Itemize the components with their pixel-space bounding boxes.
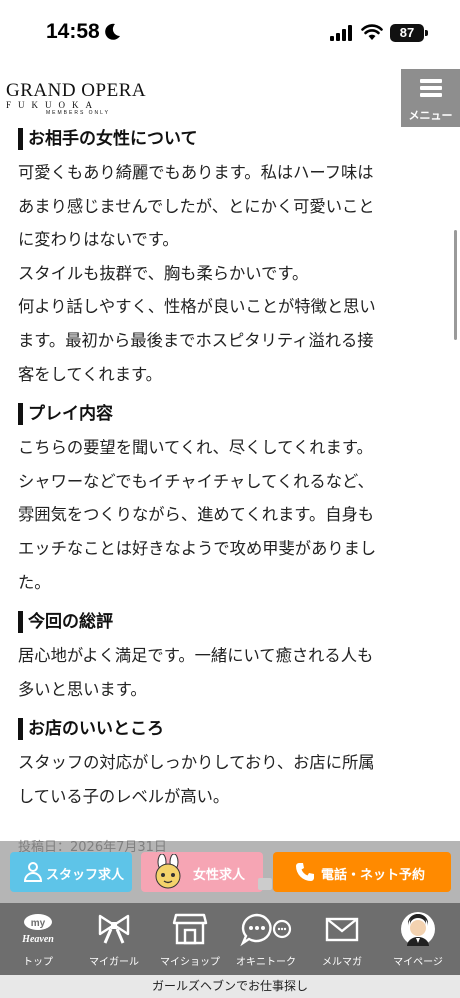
section-shop-good-points: お店のいいところ スタッフの対応がしっかりしており、お店に所属 している子のレベ… [18, 718, 438, 813]
body-line: 客をしてくれます。 [18, 364, 162, 384]
section-about-woman: お相手の女性について 可愛くもあり綺麗でもあります。私はハーフ味は あまり感じま… [18, 128, 438, 391]
review-content: お相手の女性について 可愛くもあり綺麗でもあります。私はハーフ味は あまり感じま… [18, 128, 438, 826]
nav-item-okini-talk[interactable]: オキニトーク [228, 903, 304, 975]
ribbon-icon [98, 914, 130, 944]
phone-net-reserve-button[interactable]: 電話・ネット予約 [273, 852, 451, 892]
female-recruit-button[interactable]: 女性求人 [141, 852, 263, 892]
nav-label: マイショップ [160, 957, 220, 968]
nav-item-mail-magazine[interactable]: メルマガ [304, 903, 380, 975]
section-title: プレイ内容 [18, 403, 438, 426]
nav-item-top[interactable]: my Heaven トップ [0, 903, 76, 975]
status-time: 14:58 [46, 20, 100, 43]
section-play-content: プレイ内容 こちらの要望を聞いてくれ、尽くしてくれます。 シャワーなどでもイチャ… [18, 403, 438, 599]
nav-label: トップ [23, 957, 53, 968]
body-line: スタイルも抜群で、胸も柔らかいです。 [18, 263, 309, 283]
my-heaven-icon: my Heaven [21, 914, 54, 945]
logo-main-text: GRAND OPERA [6, 80, 147, 101]
section-body: 居心地がよく満足です。一緒にいて癒される人も 多いと思います。 [18, 639, 438, 706]
section-overall-review: 今回の総評 居心地がよく満足です。一緒にいて癒される人も 多いと思います。 [18, 611, 438, 706]
nav-label: マイガール [89, 957, 139, 968]
logo-members-text: MEMBERS ONLY [46, 110, 110, 116]
female-recruit-label: 女性求人 [193, 868, 246, 883]
moon-icon [105, 23, 120, 40]
cta-bar: スタッフ求人 女性求人 電話・ネット予約 [0, 841, 460, 903]
body-line: している子のレベルが高い。 [18, 786, 230, 806]
menu-label: メニュー [408, 109, 453, 122]
body-line: こちらの要望を聞いてくれ、尽くしてくれます。 [18, 438, 373, 458]
nav-item-my-shop[interactable]: マイショップ [152, 903, 228, 975]
section-title: お店のいいところ [18, 718, 438, 741]
phone-net-reserve-label: 電話・ネット予約 [321, 868, 426, 883]
section-title: 今回の総評 [18, 611, 438, 634]
nav-label: オキニトーク [236, 957, 296, 968]
nav-label: メルマガ [322, 957, 362, 968]
svg-text:Heaven: Heaven [21, 934, 54, 945]
nav-item-my-page[interactable]: マイページ [380, 903, 456, 975]
section-title: お相手の女性について [18, 128, 438, 150]
drag-handle[interactable] [258, 878, 272, 890]
body-line: スタッフの対応がしっかりしており、お店に所属 [18, 753, 375, 773]
battery-indicator: 87 [390, 24, 428, 42]
signal-icon [330, 25, 352, 41]
phone-icon [296, 863, 314, 881]
body-line: 居心地がよく満足です。一緒にいて癒される人も [18, 646, 374, 666]
body-line: 可愛くもあり綺麗でもあります。私はハーフ味は [18, 163, 374, 182]
svg-text:my: my [31, 918, 46, 929]
staff-recruit-label: スタッフ求人 [46, 868, 125, 883]
nav-label: マイページ [393, 957, 443, 968]
body-line: エッチなことは好きなようで攻め甲斐がありまし [18, 538, 377, 558]
bottom-nav: my Heaven トップ マイガール マイショップ オキニトーク メルマガ マ… [0, 903, 460, 975]
body-line: 何より話しやすく、性格が良いことが特徴と思い [18, 297, 376, 317]
staff-recruit-button[interactable]: スタッフ求人 [10, 852, 132, 892]
hamburger-icon [420, 79, 442, 100]
wifi-icon [361, 24, 383, 40]
body-line: た。 [18, 572, 51, 592]
scrollbar-thumb[interactable] [454, 230, 457, 340]
section-body: こちらの要望を聞いてくれ、尽くしてくれます。 シャワーなどでもイチャイチャしてく… [18, 431, 438, 599]
section-body: 可愛くもあり綺麗でもあります。私はハーフ味は あまり感じませんでしたが、とにかく… [18, 156, 438, 391]
section-body: スタッフの対応がしっかりしており、お店に所属 している子のレベルが高い。 [18, 746, 438, 813]
body-line: 雰囲気をつくりながら、進めてくれます。自身も [18, 505, 375, 525]
menu-button[interactable]: メニュー [401, 69, 460, 127]
shop-icon [172, 913, 208, 945]
chat-bubbles-icon [240, 913, 292, 947]
nav-item-my-girl[interactable]: マイガール [76, 903, 152, 975]
body-line: ます。最初から最後までホスピタリティ溢れる接 [18, 330, 374, 350]
person-icon [24, 862, 42, 882]
job-search-link[interactable]: ガールズヘブンでお仕事探し [0, 975, 460, 998]
body-line: に変わりはないです。 [18, 230, 179, 250]
body-line: シャワーなどでもイチャイチャしてくれるなど、 [18, 471, 374, 491]
site-logo[interactable]: GRAND OPERA FUKUOKA MEMBERS ONLY [6, 80, 147, 116]
bunny-mascot-icon [155, 854, 181, 889]
avatar-icon [401, 912, 435, 946]
body-line: 多いと思います。 [18, 679, 147, 699]
mail-icon [325, 917, 359, 942]
status-bar: 14:58 87 [0, 0, 460, 66]
body-line: あまり感じませんでしたが、とにかく可愛いこと [18, 196, 375, 216]
